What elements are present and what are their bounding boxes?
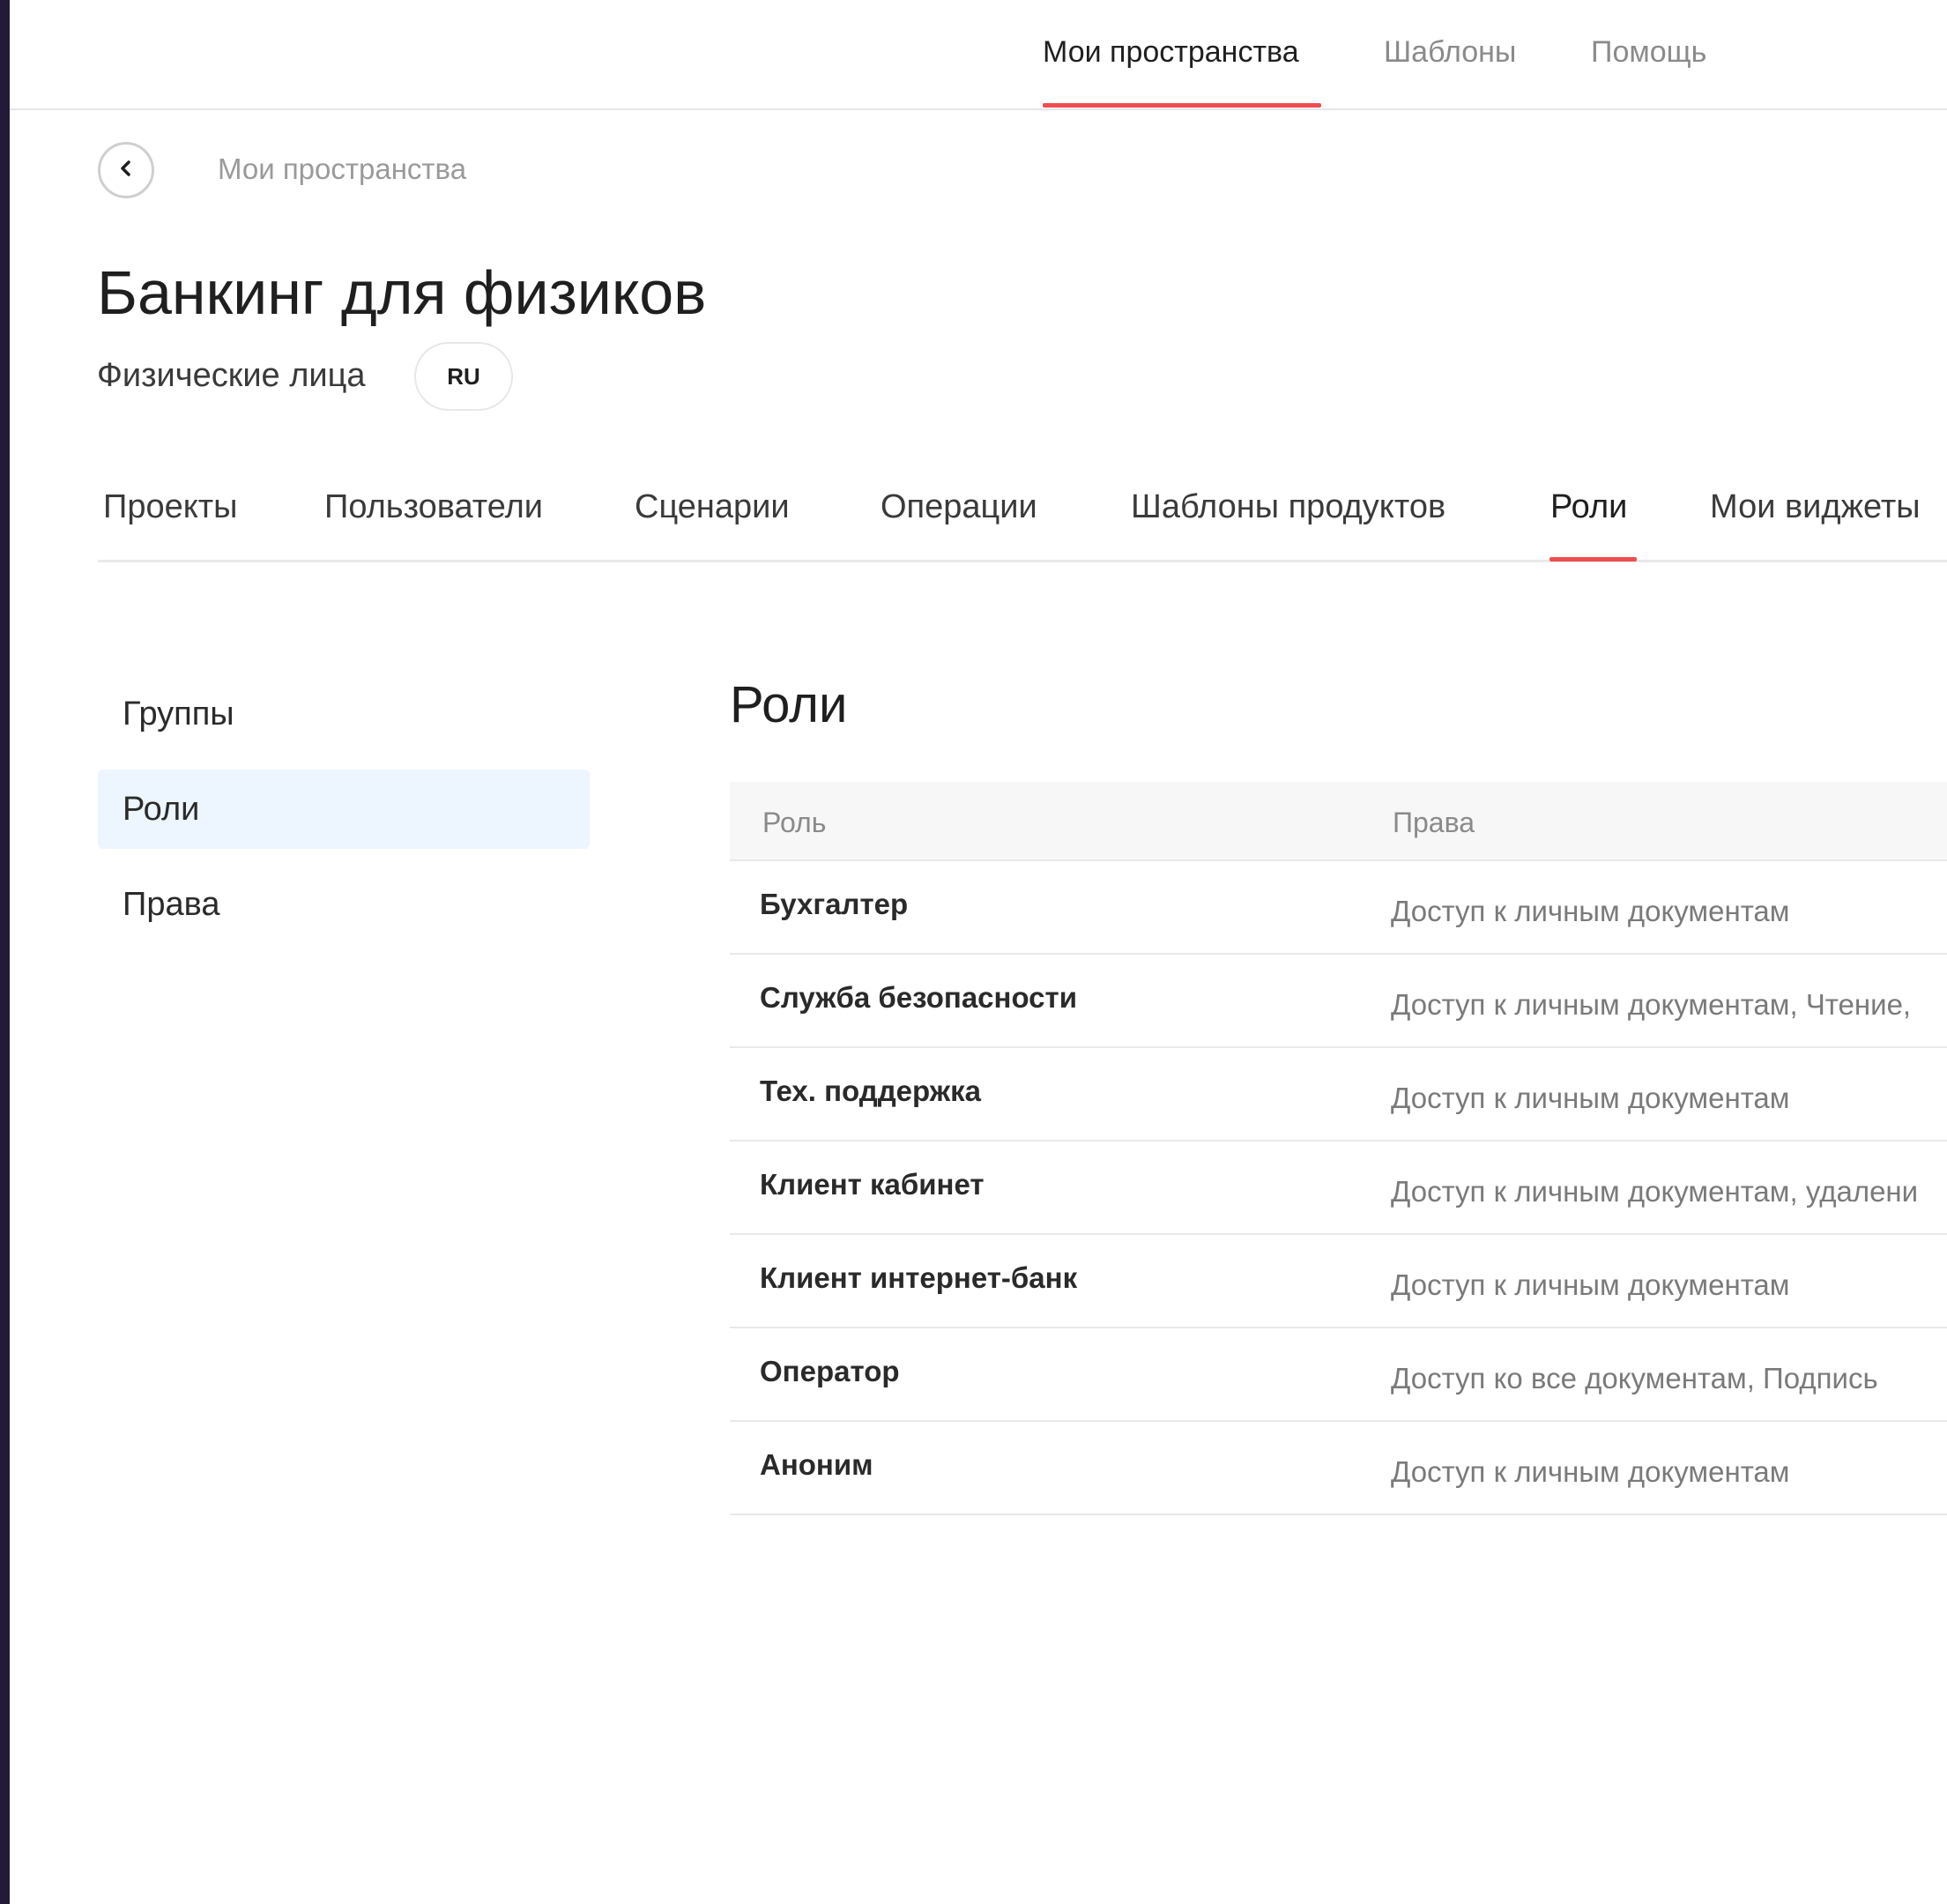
topnav-active-indicator — [1043, 103, 1321, 108]
page-title: Банкинг для физиков — [97, 258, 707, 327]
role-cell: Тех. поддержка — [760, 1075, 982, 1107]
rights-cell: Доступ к личным документам — [1391, 895, 1790, 927]
role-cell: Служба безопасности — [760, 981, 1077, 1014]
role-cell: Клиент интернет-банк — [760, 1261, 1078, 1294]
breadcrumb[interactable]: Мои пространства — [218, 152, 466, 186]
topnav-my-spaces[interactable]: Мои пространства — [1043, 35, 1299, 70]
tab-users[interactable]: Пользователи — [324, 488, 543, 526]
rights-cell: Доступ ко все документам, Подпись — [1391, 1362, 1878, 1395]
tab-my-widgets[interactable]: Мои виджеты — [1710, 488, 1921, 526]
rights-cell: Доступ к личным документам — [1391, 1082, 1790, 1114]
rights-cell: Доступ к личным документам — [1391, 1268, 1790, 1301]
language-badge: RU — [414, 342, 513, 411]
tab-projects[interactable]: Проекты — [103, 488, 237, 526]
content-title: Роли — [730, 676, 848, 733]
tab-operations[interactable]: Операции — [881, 488, 1037, 526]
table-row[interactable]: Тех. поддержка Доступ к личным документа… — [730, 1048, 1947, 1142]
tab-scenarios[interactable]: Сценарии — [635, 488, 790, 526]
rights-cell: Доступ к личным документам, Чтение, — [1391, 988, 1912, 1021]
chevron-left-icon — [116, 159, 136, 182]
role-cell: Оператор — [760, 1355, 900, 1387]
top-navigation: Мои пространства Шаблоны Помощь — [10, 0, 1947, 110]
table-row[interactable]: Аноним Доступ к личным документам — [730, 1422, 1947, 1515]
side-menu-roles[interactable]: Роли — [98, 770, 590, 849]
side-menu-groups[interactable]: Группы — [98, 674, 590, 754]
rights-cell: Доступ к личным документам, удалени — [1391, 1175, 1919, 1208]
tab-active-indicator — [1549, 557, 1637, 562]
table-header: Роль Права — [730, 782, 1947, 861]
back-button[interactable] — [98, 142, 154, 198]
page: Мои пространства Шаблоны Помощь Мои прос… — [0, 0, 1947, 1904]
table-row[interactable]: Служба безопасности Доступ к личным доку… — [730, 955, 1947, 1048]
role-cell: Клиент кабинет — [760, 1168, 985, 1201]
side-menu-rights[interactable]: Права — [98, 865, 590, 944]
window-edge — [0, 0, 10, 1904]
space-subtitle: Физические лица — [97, 357, 366, 394]
roles-table: Роль Права Бухгалтер Доступ к личным док… — [730, 782, 1947, 1515]
rights-cell: Доступ к личным документам — [1391, 1455, 1790, 1488]
table-row[interactable]: Клиент интернет-банк Доступ к личным док… — [730, 1235, 1947, 1328]
table-row[interactable]: Оператор Доступ ко все документам, Подпи… — [730, 1328, 1947, 1422]
tab-roles[interactable]: Роли — [1550, 488, 1627, 526]
table-row[interactable]: Клиент кабинет Доступ к личным документа… — [730, 1142, 1947, 1235]
topnav-templates[interactable]: Шаблоны — [1384, 35, 1516, 70]
topnav-help[interactable]: Помощь — [1591, 35, 1706, 70]
tab-product-templates[interactable]: Шаблоны продуктов — [1131, 488, 1445, 526]
column-header-rights[interactable]: Права — [1393, 807, 1475, 839]
column-header-role[interactable]: Роль — [762, 807, 826, 839]
table-row[interactable]: Бухгалтер Доступ к личным документам — [730, 861, 1947, 955]
section-tabs: Проекты Пользователи Сценарии Операции Ш… — [98, 476, 1947, 562]
role-cell: Бухгалтер — [760, 888, 909, 920]
role-cell: Аноним — [760, 1448, 873, 1481]
